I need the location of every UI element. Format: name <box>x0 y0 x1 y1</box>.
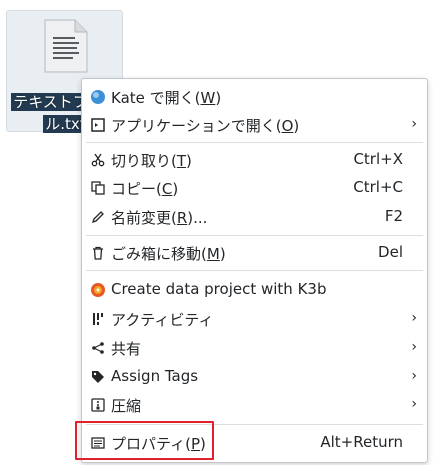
shortcut-label: Del <box>378 243 403 261</box>
chevron-right-icon: › <box>411 368 417 384</box>
shortcut-label: F2 <box>384 207 403 225</box>
activities-icon <box>90 311 106 327</box>
menu-item-label: アクティビティ <box>111 311 214 329</box>
shortcut-label: Alt+Return <box>320 433 403 451</box>
highlight-box <box>75 421 214 460</box>
menu-item-label: Create data project with K3b <box>111 280 327 298</box>
kate-icon <box>90 89 106 105</box>
menu-item-open-with-kate[interactable]: Kate で開く(W) <box>82 83 427 111</box>
shortcut-label: Ctrl+C <box>353 178 403 196</box>
menu-item-activities[interactable]: アクティビティ › <box>82 305 427 333</box>
chevron-right-icon: › <box>411 310 417 326</box>
tag-icon <box>90 369 106 385</box>
menu-item-label: アプリケーションで開く(O) <box>111 117 300 135</box>
menu-item-label: 共有 <box>111 340 142 358</box>
menu-item-copy[interactable]: コピー(C) Ctrl+C <box>82 174 427 202</box>
menu-item-create-data-project-k3b[interactable]: Create data project with K3b <box>82 276 427 304</box>
menu-separator <box>86 235 423 236</box>
menu-item-label: ごみ箱に移動(M) <box>111 245 226 263</box>
menu-item-label: Assign Tags <box>111 367 199 385</box>
application-icon <box>90 117 106 133</box>
menu-item-assign-tags[interactable]: Assign Tags › <box>82 363 427 391</box>
menu-item-cut[interactable]: 切り取り(T) Ctrl+X <box>82 146 427 174</box>
compress-icon <box>90 397 106 413</box>
copy-icon <box>90 180 106 196</box>
k3b-icon <box>90 282 106 298</box>
menu-item-label: Kate で開く(W) <box>111 89 222 107</box>
text-document-icon <box>44 19 88 73</box>
chevron-right-icon: › <box>411 116 417 132</box>
desktop: テキストファイ ル.txt Kate で開く(W) アプリケーションで開く(O)… <box>0 0 440 465</box>
menu-item-share[interactable]: 共有 › <box>82 334 427 362</box>
menu-separator <box>86 270 423 271</box>
scissors-icon <box>90 152 106 168</box>
menu-item-label: コピー(C) <box>111 180 179 198</box>
menu-item-rename[interactable]: 名前変更(R)... F2 <box>82 203 427 231</box>
menu-item-compress[interactable]: 圧縮 › <box>82 391 427 419</box>
chevron-right-icon: › <box>411 396 417 412</box>
chevron-right-icon: › <box>411 339 417 355</box>
menu-item-label: 切り取り(T) <box>111 152 192 170</box>
shortcut-label: Ctrl+X <box>353 150 403 168</box>
menu-separator <box>86 142 423 143</box>
share-icon <box>90 340 106 356</box>
trash-icon <box>90 245 106 261</box>
menu-item-label: 圧縮 <box>111 397 142 415</box>
menu-item-open-with-application[interactable]: アプリケーションで開く(O) › <box>82 111 427 139</box>
menu-item-move-to-trash[interactable]: ごみ箱に移動(M) Del <box>82 239 427 267</box>
context-menu: Kate で開く(W) アプリケーションで開く(O) › 切り取り(T) Ctr… <box>81 78 428 463</box>
pencil-icon <box>90 209 106 225</box>
menu-item-label: 名前変更(R)... <box>111 209 208 227</box>
